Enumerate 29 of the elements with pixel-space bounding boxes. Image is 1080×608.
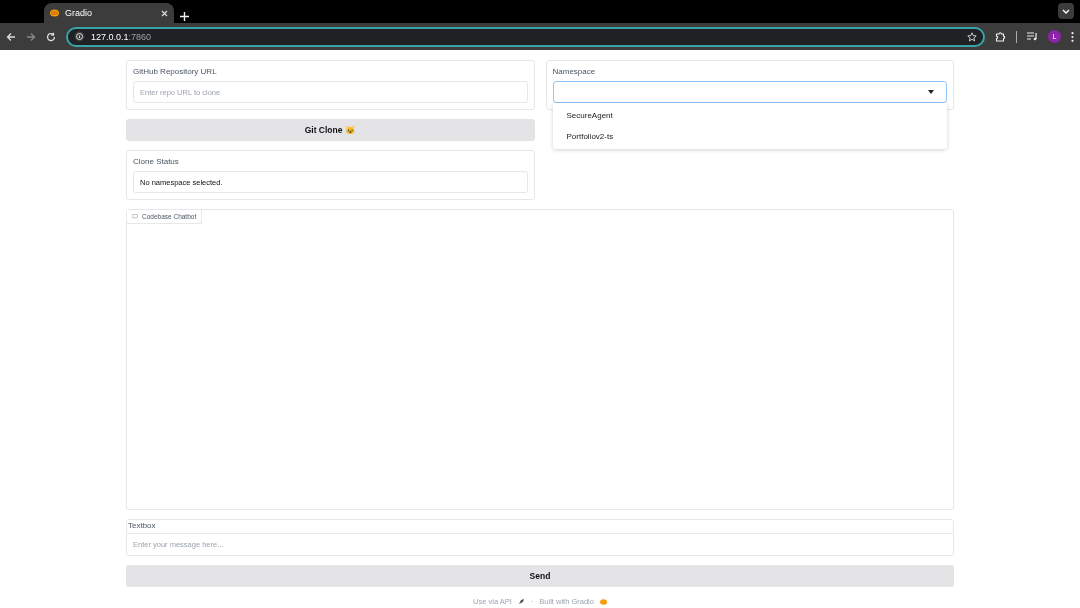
- menu-icon[interactable]: [1071, 31, 1074, 42]
- tab-title: Gradio: [65, 8, 93, 18]
- new-tab-button[interactable]: [180, 12, 189, 21]
- git-clone-button[interactable]: Git Clone 😺: [126, 119, 535, 141]
- media-control-icon[interactable]: [1027, 32, 1038, 41]
- browser-tab[interactable]: Gradio: [44, 3, 174, 23]
- field-label: Textbox: [127, 520, 157, 532]
- address-bar[interactable]: 127.0.0.1:7860: [66, 26, 985, 47]
- star-icon[interactable]: [967, 31, 977, 42]
- chevron-down-icon: [1062, 8, 1070, 14]
- tab-list-button[interactable]: [1058, 3, 1074, 19]
- dropdown-option[interactable]: Portfoliov2-ts: [552, 126, 947, 147]
- app-logo-icon: [50, 9, 59, 17]
- reload-icon[interactable]: [46, 31, 56, 42]
- field-label: GitHub Repository URL: [133, 67, 217, 76]
- caret-icon: [928, 90, 934, 94]
- url-text: 127.0.0.1:7860: [91, 31, 153, 42]
- app-logo-icon: [599, 598, 607, 605]
- forward-icon[interactable]: [26, 31, 36, 42]
- site-info-icon: [74, 31, 85, 42]
- close-tab-button[interactable]: [161, 9, 168, 17]
- chat-bubble-icon: [132, 214, 138, 219]
- dropdown-option[interactable]: SecureAgent: [552, 105, 947, 126]
- plus-icon: [180, 12, 189, 21]
- close-icon: [161, 9, 168, 17]
- back-icon[interactable]: [6, 31, 16, 42]
- send-button[interactable]: Send: [126, 565, 954, 587]
- field-label: Clone Status: [133, 157, 179, 166]
- field-label: Namespace: [552, 67, 596, 76]
